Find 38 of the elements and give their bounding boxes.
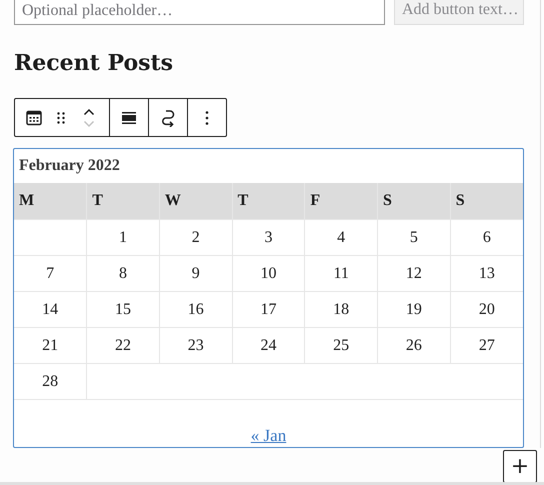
day-cell: 2 — [159, 220, 232, 256]
day-cell: 4 — [304, 220, 378, 256]
weekday-header: F — [304, 183, 378, 220]
day-cell: 25 — [304, 328, 378, 364]
previous-month-link[interactable]: « Jan — [250, 426, 286, 446]
weekday-header: T — [232, 183, 305, 220]
weekday-header: S — [378, 183, 450, 220]
day-cell: 19 — [378, 292, 450, 328]
weekday-header: T — [86, 183, 160, 220]
day-cell: 8 — [86, 256, 160, 292]
day-cell: 14 — [14, 292, 87, 328]
button-text-field[interactable]: Add button text… — [394, 0, 524, 25]
day-cell: 28 — [14, 364, 87, 400]
day-cell: 15 — [86, 292, 160, 328]
day-cell: 16 — [159, 292, 232, 328]
day-cell: 10 — [232, 256, 305, 292]
day-cell: 3 — [232, 220, 305, 256]
day-cell: 22 — [86, 328, 160, 364]
weekday-header: M — [14, 183, 87, 220]
weekday-header: S — [450, 183, 523, 220]
day-cell: 11 — [304, 256, 378, 292]
day-cell: 9 — [159, 256, 232, 292]
add-block-button[interactable]: + — [503, 450, 537, 483]
day-cell: 17 — [232, 292, 305, 328]
day-cell: 7 — [14, 256, 87, 292]
search-field[interactable]: Optional placeholder… — [14, 0, 385, 25]
block-heading: Recent Posts — [14, 49, 174, 77]
weekday-header: W — [159, 183, 232, 220]
day-cell: 12 — [378, 256, 450, 292]
day-cell: 1 — [86, 220, 160, 256]
day-cell: 21 — [14, 328, 87, 364]
day-cell: 26 — [378, 328, 450, 364]
calendar-caption: February 2022 — [18, 156, 121, 176]
day-cell: 23 — [159, 328, 232, 364]
day-cell: 5 — [378, 220, 450, 256]
day-cell: 6 — [450, 220, 523, 256]
day-cell: 18 — [304, 292, 378, 328]
day-cell: 24 — [232, 328, 305, 364]
